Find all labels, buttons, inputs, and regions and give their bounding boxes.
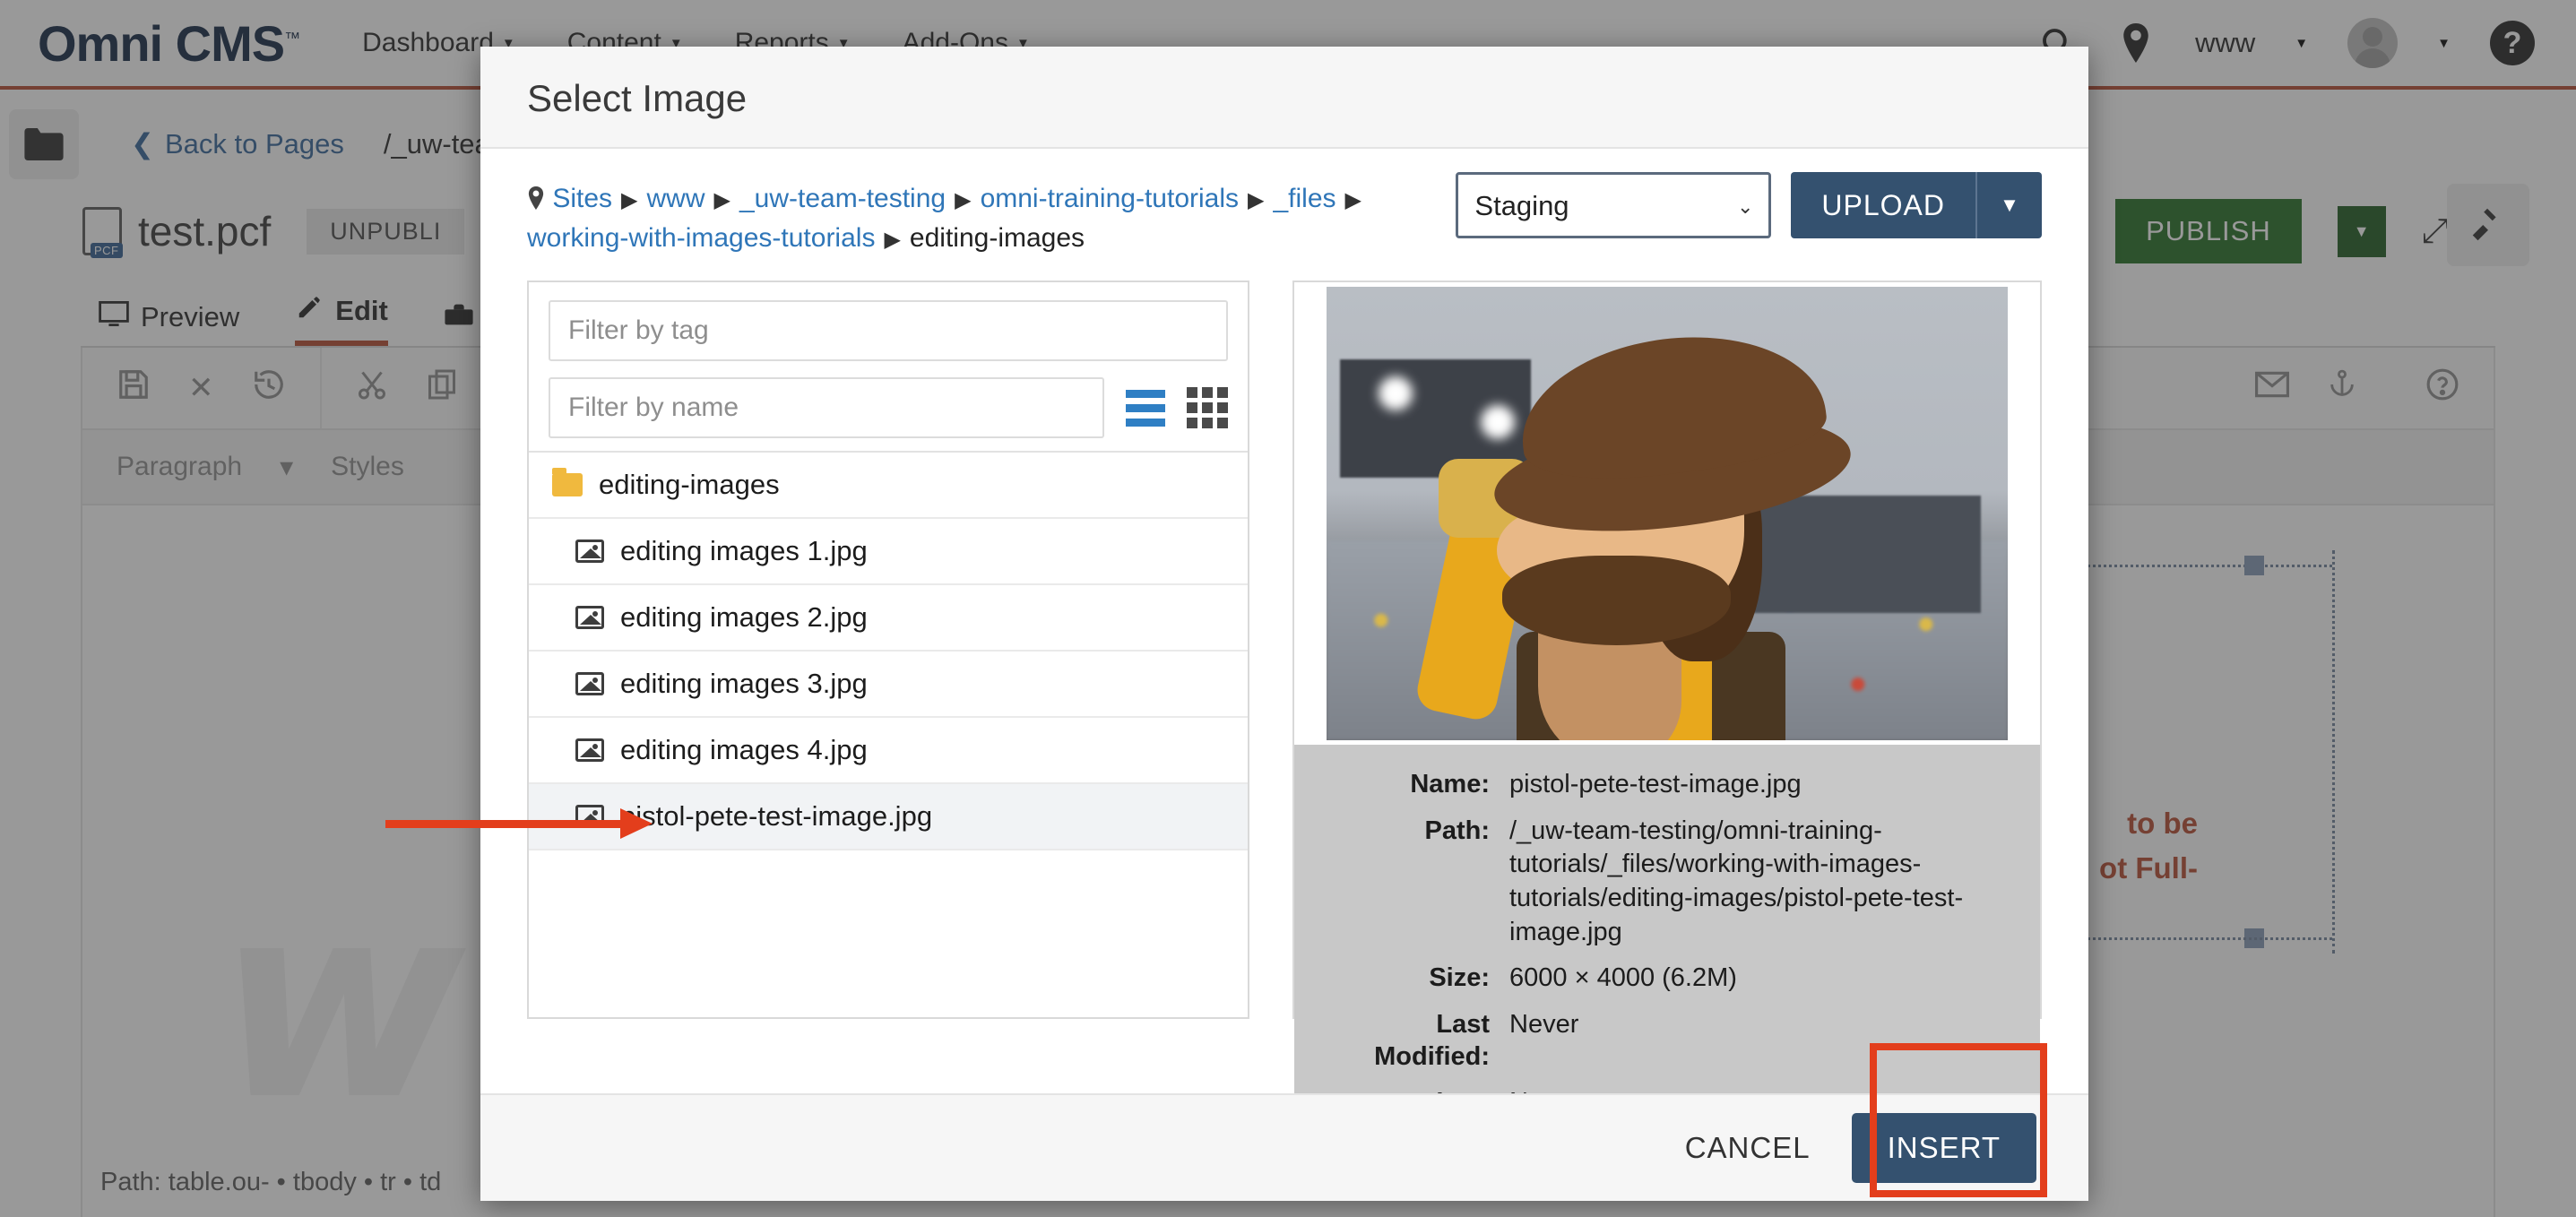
metadata-label-name: Name: (1410, 770, 1490, 798)
breadcrumb-separator: ▶ (713, 188, 730, 212)
stadium-light (1481, 405, 1515, 439)
list-item-label: editing images 2.jpg (620, 601, 868, 633)
breadcrumb-separator: ▶ (955, 188, 972, 212)
folder-icon (552, 468, 583, 496)
image-icon (575, 606, 604, 629)
dialog-header: Select Image (480, 47, 2088, 149)
upload-button[interactable]: UPLOAD (1791, 172, 1975, 238)
list-item-label: editing images 1.jpg (620, 535, 868, 566)
image-icon (575, 672, 604, 695)
annotation-arrow-shaft (385, 820, 629, 828)
annotation-arrow (385, 808, 672, 839)
image-icon (575, 738, 604, 762)
list-item-label: editing images 3.jpg (620, 668, 868, 699)
list-item[interactable]: editing images 2.jpg (529, 585, 1248, 652)
metadata-value-path: /_uw-team-testing/omni-training-tutorial… (1509, 816, 1964, 946)
list-item[interactable]: editing-images (529, 453, 1248, 519)
breadcrumb-item-editing-images: editing-images (909, 222, 1085, 253)
filter-area (529, 282, 1248, 451)
list-item[interactable]: editing images 4.jpg (529, 718, 1248, 784)
list-item-label: editing-images (599, 469, 780, 500)
metadata-value-last-modified: Never (1509, 1010, 1579, 1040)
preview-image (1327, 287, 2008, 740)
preview-pane: Name: pistol-pete-test-image.jpg Path: /… (1292, 281, 2042, 1166)
dialog-panes: editing-images editing images 1.jpg edit… (527, 281, 2042, 1166)
environment-select[interactable]: Staging Production (1456, 172, 1772, 238)
metadata-value-name: pistol-pete-test-image.jpg (1509, 770, 1802, 798)
filter-by-name-input[interactable] (549, 377, 1104, 438)
metadata-label-path: Path: (1424, 816, 1491, 845)
breadcrumb-item-working-with-images-tutorials[interactable]: working-with-images-tutorials (527, 223, 875, 253)
metadata-value-size: 6000 × 4000 (6.2M) (1509, 963, 1737, 993)
list-view-icon[interactable] (1126, 389, 1165, 427)
list-item-label: editing images 4.jpg (620, 734, 868, 765)
list-item[interactable]: editing images 3.jpg (529, 652, 1248, 718)
upload-dropdown-toggle[interactable]: ▼ (1975, 172, 2042, 238)
stadium-light (1379, 376, 1413, 410)
location-pin-icon (527, 184, 552, 213)
dialog-toolbar-row: Sites ▶ www ▶ _uw-team-testing ▶ omni-training… (527, 172, 2042, 257)
mascot-mustache (1502, 556, 1731, 645)
filter-by-tag-input[interactable] (549, 300, 1228, 361)
environment-select-wrapper: Staging Production ⌄ (1456, 172, 1772, 238)
image-preview (1294, 282, 2040, 745)
breadcrumb: Sites ▶ www ▶ _uw-team-testing ▶ omni-training… (527, 172, 1429, 257)
breadcrumb-separator: ▶ (884, 227, 901, 252)
file-list: editing-images editing images 1.jpg edit… (529, 451, 1248, 1017)
metadata-label-size: Size: (1429, 963, 1490, 993)
filter-name-row (549, 377, 1228, 438)
breadcrumb-item-sites[interactable]: Sites (552, 184, 612, 213)
breadcrumb-item-omni-training-tutorials[interactable]: omni-training-tutorials (981, 184, 1239, 213)
breadcrumb-item-www[interactable]: www (647, 184, 705, 213)
breadcrumb-separator: ▶ (621, 188, 638, 212)
metadata-label-last-modified: Last Modified: (1374, 1010, 1490, 1072)
dialog-title: Select Image (527, 77, 748, 119)
file-browser-pane: editing-images editing images 1.jpg edit… (527, 281, 1249, 1019)
image-icon (575, 539, 604, 563)
grid-view-icon[interactable] (1187, 387, 1228, 428)
upload-button-group: UPLOAD ▼ (1791, 172, 2042, 238)
dialog-footer: CANCEL INSERT (480, 1043, 2088, 1201)
list-item[interactable]: editing images 1.jpg (529, 519, 1248, 585)
breadcrumb-separator: ▶ (1344, 188, 1361, 212)
upload-button-label: UPLOAD (1821, 188, 1945, 221)
breadcrumb-separator: ▶ (1248, 188, 1265, 212)
breadcrumb-item-uw-team-testing[interactable]: _uw-team-testing (739, 184, 946, 213)
insert-button[interactable]: INSERT (1851, 1113, 2036, 1183)
dialog-body: Sites ▶ www ▶ _uw-team-testing ▶ omni-training… (480, 149, 2088, 1166)
breadcrumb-item-files[interactable]: _files (1273, 184, 1336, 213)
cancel-button[interactable]: CANCEL (1685, 1131, 1811, 1165)
select-image-dialog: Select Image Sites ▶ www ▶ _uw-team-testing ▶… (480, 47, 2088, 1201)
annotation-arrow-head (620, 808, 653, 839)
